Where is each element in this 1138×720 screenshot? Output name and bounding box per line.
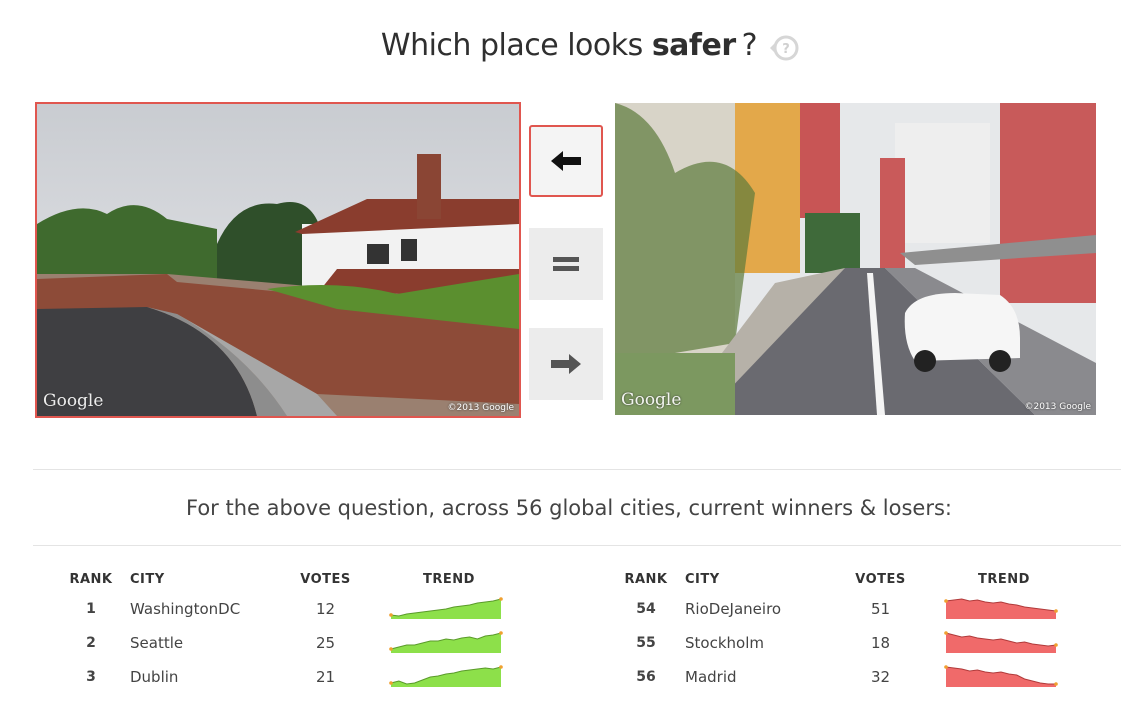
table-row: 54 RioDeJaneiro 51 xyxy=(607,592,1064,626)
left-place-image[interactable]: Google ©2013 Google xyxy=(35,102,521,418)
trend-sparkline xyxy=(389,597,503,619)
right-place-image[interactable]: Google ©2013 Google xyxy=(615,103,1096,415)
sparkline-endpoint xyxy=(389,613,393,617)
city-cell: Stockholm xyxy=(685,634,764,652)
sparkline-endpoint xyxy=(499,631,503,635)
trend-sparkline xyxy=(944,598,1058,619)
copyright-text: ©2013 Google xyxy=(447,403,514,413)
losers-table: RANK CITY VOTES TREND 54 RioDeJaneiro 51… xyxy=(607,566,1064,694)
trend-sparkline xyxy=(389,631,503,653)
table-row: 3 Dublin 21 xyxy=(52,660,509,694)
winners-table: RANK CITY VOTES TREND 1 WashingtonDC 12 … xyxy=(52,566,509,694)
sparkline-endpoint xyxy=(499,665,503,669)
table-row: 56 Madrid 32 xyxy=(607,660,1064,694)
sparkline-endpoint xyxy=(944,631,948,635)
sparkline-endpoint xyxy=(944,599,948,603)
sparkline-area xyxy=(946,633,1056,653)
votes-cell: 12 xyxy=(315,600,336,618)
rank-cell: 2 xyxy=(86,635,96,651)
votes-cell: 21 xyxy=(315,668,336,686)
rank-cell: 55 xyxy=(636,635,656,651)
votes-cell: 32 xyxy=(870,668,891,686)
question-emphasis: safer xyxy=(651,28,736,63)
question-title: Which place looks safer? xyxy=(0,28,1138,63)
table-row: 1 WashingtonDC 12 xyxy=(52,592,509,626)
sparkline-endpoint xyxy=(389,681,393,685)
votes-cell: 18 xyxy=(870,634,891,652)
equals-icon xyxy=(553,257,579,271)
votes-header: VOTES xyxy=(855,571,906,587)
city-cell: Seattle xyxy=(130,634,184,652)
city-cell: Dublin xyxy=(130,668,179,686)
votes-cell: 25 xyxy=(315,634,336,652)
sparkline-endpoint xyxy=(1054,682,1058,686)
help-refresh-icon[interactable]: ? xyxy=(767,33,803,63)
sparkline-area xyxy=(946,667,1056,687)
city-header: CITY xyxy=(685,571,720,587)
sparkline-endpoint xyxy=(1054,643,1058,647)
rank-header: RANK xyxy=(624,571,668,587)
rank-header: RANK xyxy=(69,571,113,587)
copyright-text: ©2013 Google xyxy=(1024,402,1091,412)
city-cell: WashingtonDC xyxy=(130,600,241,618)
svg-text:?: ? xyxy=(782,42,790,57)
header-row: RANK CITY VOTES TREND xyxy=(52,566,509,592)
trend-sparkline xyxy=(944,631,1058,653)
sparkline-endpoint xyxy=(389,647,393,651)
vote-equal-button[interactable] xyxy=(529,228,603,300)
google-watermark: Google xyxy=(43,391,104,411)
header-row: RANK CITY VOTES TREND xyxy=(607,566,1064,592)
sparkline-endpoint xyxy=(1054,609,1058,613)
trend-sparkline xyxy=(389,665,503,687)
table-row: 2 Seattle 25 xyxy=(52,626,509,660)
summary-text: For the above question, across 56 global… xyxy=(185,496,953,520)
city-header: CITY xyxy=(130,571,165,587)
trend-sparkline xyxy=(944,665,1058,687)
section-divider xyxy=(33,469,1121,470)
google-watermark: Google xyxy=(621,390,682,410)
rank-cell: 1 xyxy=(86,601,96,617)
rank-cell: 56 xyxy=(636,669,656,685)
arrow-right-icon xyxy=(551,354,581,374)
sparkline-endpoint xyxy=(944,665,948,669)
arrow-left-icon xyxy=(551,151,581,171)
rank-cell: 3 xyxy=(86,669,96,685)
votes-header: VOTES xyxy=(300,571,351,587)
trend-header: TREND xyxy=(978,571,1030,587)
city-cell: RioDeJaneiro xyxy=(685,600,782,618)
city-cell: Madrid xyxy=(685,668,737,686)
sparkline-endpoint xyxy=(499,597,503,601)
vote-right-button[interactable] xyxy=(529,328,603,400)
section-divider xyxy=(33,545,1121,546)
table-row: 55 Stockholm 18 xyxy=(607,626,1064,660)
trend-header: TREND xyxy=(423,571,475,587)
rank-cell: 54 xyxy=(636,601,656,617)
vote-left-button[interactable] xyxy=(529,125,603,197)
question-suffix: ? xyxy=(741,28,758,63)
votes-cell: 51 xyxy=(870,600,891,618)
question-prefix: Which place looks xyxy=(380,28,643,63)
